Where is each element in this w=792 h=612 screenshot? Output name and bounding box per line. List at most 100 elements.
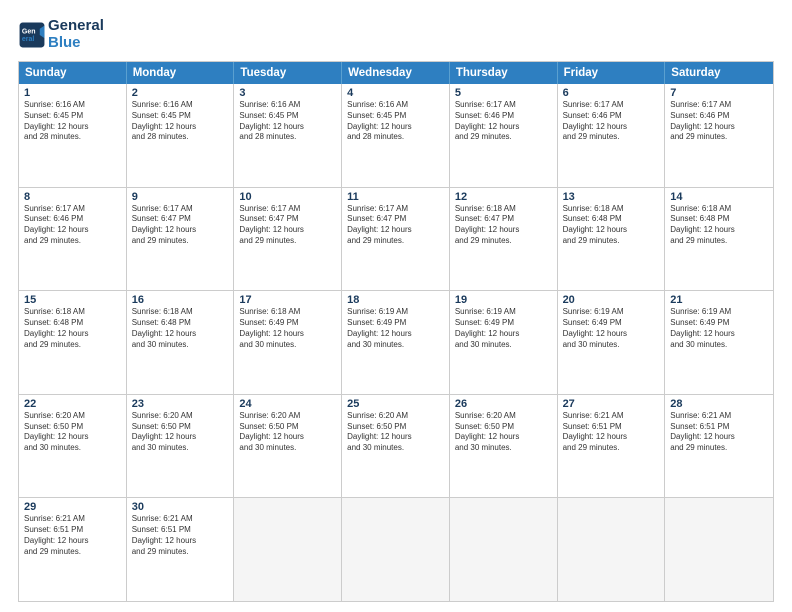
day-number: 3: [239, 87, 336, 99]
calendar-cell-27: 27Sunrise: 6:21 AMSunset: 6:51 PMDayligh…: [558, 395, 666, 498]
day-number: 13: [563, 191, 660, 203]
header-day-monday: Monday: [127, 62, 235, 84]
calendar-row-2: 8Sunrise: 6:17 AMSunset: 6:46 PMDaylight…: [19, 188, 773, 292]
cell-info: Sunrise: 6:18 AMSunset: 6:49 PMDaylight:…: [239, 307, 336, 350]
day-number: 11: [347, 191, 444, 203]
cell-info: Sunrise: 6:20 AMSunset: 6:50 PMDaylight:…: [24, 411, 121, 454]
cell-info: Sunrise: 6:21 AMSunset: 6:51 PMDaylight:…: [24, 514, 121, 557]
header-day-saturday: Saturday: [665, 62, 773, 84]
cell-info: Sunrise: 6:17 AMSunset: 6:46 PMDaylight:…: [670, 100, 768, 143]
calendar-cell-4: 4Sunrise: 6:16 AMSunset: 6:45 PMDaylight…: [342, 84, 450, 187]
calendar-cell-empty: [450, 498, 558, 601]
calendar-row-5: 29Sunrise: 6:21 AMSunset: 6:51 PMDayligh…: [19, 498, 773, 601]
cell-info: Sunrise: 6:20 AMSunset: 6:50 PMDaylight:…: [347, 411, 444, 454]
calendar-cell-6: 6Sunrise: 6:17 AMSunset: 6:46 PMDaylight…: [558, 84, 666, 187]
day-number: 30: [132, 501, 229, 513]
calendar-cell-20: 20Sunrise: 6:19 AMSunset: 6:49 PMDayligh…: [558, 291, 666, 394]
calendar-cell-24: 24Sunrise: 6:20 AMSunset: 6:50 PMDayligh…: [234, 395, 342, 498]
cell-info: Sunrise: 6:16 AMSunset: 6:45 PMDaylight:…: [239, 100, 336, 143]
calendar-cell-empty: [665, 498, 773, 601]
calendar-body: 1Sunrise: 6:16 AMSunset: 6:45 PMDaylight…: [19, 84, 773, 601]
calendar-cell-28: 28Sunrise: 6:21 AMSunset: 6:51 PMDayligh…: [665, 395, 773, 498]
day-number: 20: [563, 294, 660, 306]
cell-info: Sunrise: 6:18 AMSunset: 6:47 PMDaylight:…: [455, 204, 552, 247]
calendar-cell-15: 15Sunrise: 6:18 AMSunset: 6:48 PMDayligh…: [19, 291, 127, 394]
calendar-cell-16: 16Sunrise: 6:18 AMSunset: 6:48 PMDayligh…: [127, 291, 235, 394]
cell-info: Sunrise: 6:20 AMSunset: 6:50 PMDaylight:…: [132, 411, 229, 454]
day-number: 21: [670, 294, 768, 306]
calendar-cell-17: 17Sunrise: 6:18 AMSunset: 6:49 PMDayligh…: [234, 291, 342, 394]
cell-info: Sunrise: 6:18 AMSunset: 6:48 PMDaylight:…: [24, 307, 121, 350]
calendar-cell-5: 5Sunrise: 6:17 AMSunset: 6:46 PMDaylight…: [450, 84, 558, 187]
cell-info: Sunrise: 6:21 AMSunset: 6:51 PMDaylight:…: [132, 514, 229, 557]
calendar-cell-3: 3Sunrise: 6:16 AMSunset: 6:45 PMDaylight…: [234, 84, 342, 187]
day-number: 2: [132, 87, 229, 99]
calendar-cell-14: 14Sunrise: 6:18 AMSunset: 6:48 PMDayligh…: [665, 188, 773, 291]
day-number: 24: [239, 398, 336, 410]
day-number: 15: [24, 294, 121, 306]
calendar-cell-12: 12Sunrise: 6:18 AMSunset: 6:47 PMDayligh…: [450, 188, 558, 291]
cell-info: Sunrise: 6:17 AMSunset: 6:46 PMDaylight:…: [455, 100, 552, 143]
svg-text:eral: eral: [22, 36, 35, 43]
cell-info: Sunrise: 6:19 AMSunset: 6:49 PMDaylight:…: [563, 307, 660, 350]
header-day-thursday: Thursday: [450, 62, 558, 84]
day-number: 6: [563, 87, 660, 99]
calendar-cell-8: 8Sunrise: 6:17 AMSunset: 6:46 PMDaylight…: [19, 188, 127, 291]
logo-line2: Blue: [48, 35, 104, 52]
day-number: 1: [24, 87, 121, 99]
calendar-cell-25: 25Sunrise: 6:20 AMSunset: 6:50 PMDayligh…: [342, 395, 450, 498]
calendar-cell-2: 2Sunrise: 6:16 AMSunset: 6:45 PMDaylight…: [127, 84, 235, 187]
calendar-cell-10: 10Sunrise: 6:17 AMSunset: 6:47 PMDayligh…: [234, 188, 342, 291]
header-day-friday: Friday: [558, 62, 666, 84]
calendar-cell-7: 7Sunrise: 6:17 AMSunset: 6:46 PMDaylight…: [665, 84, 773, 187]
day-number: 9: [132, 191, 229, 203]
cell-info: Sunrise: 6:17 AMSunset: 6:46 PMDaylight:…: [563, 100, 660, 143]
calendar-cell-22: 22Sunrise: 6:20 AMSunset: 6:50 PMDayligh…: [19, 395, 127, 498]
calendar-cell-18: 18Sunrise: 6:19 AMSunset: 6:49 PMDayligh…: [342, 291, 450, 394]
cell-info: Sunrise: 6:21 AMSunset: 6:51 PMDaylight:…: [670, 411, 768, 454]
calendar-cell-29: 29Sunrise: 6:21 AMSunset: 6:51 PMDayligh…: [19, 498, 127, 601]
day-number: 27: [563, 398, 660, 410]
cell-info: Sunrise: 6:17 AMSunset: 6:47 PMDaylight:…: [239, 204, 336, 247]
day-number: 23: [132, 398, 229, 410]
cell-info: Sunrise: 6:19 AMSunset: 6:49 PMDaylight:…: [347, 307, 444, 350]
day-number: 18: [347, 294, 444, 306]
calendar-row-4: 22Sunrise: 6:20 AMSunset: 6:50 PMDayligh…: [19, 395, 773, 499]
calendar-cell-11: 11Sunrise: 6:17 AMSunset: 6:47 PMDayligh…: [342, 188, 450, 291]
calendar-cell-19: 19Sunrise: 6:19 AMSunset: 6:49 PMDayligh…: [450, 291, 558, 394]
cell-info: Sunrise: 6:16 AMSunset: 6:45 PMDaylight:…: [132, 100, 229, 143]
day-number: 8: [24, 191, 121, 203]
day-number: 28: [670, 398, 768, 410]
logo-icon: Gen eral: [18, 21, 46, 49]
day-number: 22: [24, 398, 121, 410]
calendar-row-1: 1Sunrise: 6:16 AMSunset: 6:45 PMDaylight…: [19, 84, 773, 188]
day-number: 17: [239, 294, 336, 306]
cell-info: Sunrise: 6:16 AMSunset: 6:45 PMDaylight:…: [347, 100, 444, 143]
day-number: 29: [24, 501, 121, 513]
day-number: 12: [455, 191, 552, 203]
day-number: 25: [347, 398, 444, 410]
cell-info: Sunrise: 6:17 AMSunset: 6:46 PMDaylight:…: [24, 204, 121, 247]
header-day-wednesday: Wednesday: [342, 62, 450, 84]
cell-info: Sunrise: 6:16 AMSunset: 6:45 PMDaylight:…: [24, 100, 121, 143]
logo-line1: General: [48, 18, 104, 35]
day-number: 26: [455, 398, 552, 410]
calendar-cell-26: 26Sunrise: 6:20 AMSunset: 6:50 PMDayligh…: [450, 395, 558, 498]
calendar-cell-23: 23Sunrise: 6:20 AMSunset: 6:50 PMDayligh…: [127, 395, 235, 498]
calendar-cell-empty: [558, 498, 666, 601]
calendar-cell-21: 21Sunrise: 6:19 AMSunset: 6:49 PMDayligh…: [665, 291, 773, 394]
cell-info: Sunrise: 6:19 AMSunset: 6:49 PMDaylight:…: [455, 307, 552, 350]
calendar-cell-30: 30Sunrise: 6:21 AMSunset: 6:51 PMDayligh…: [127, 498, 235, 601]
header-day-tuesday: Tuesday: [234, 62, 342, 84]
calendar-cell-empty: [234, 498, 342, 601]
day-number: 4: [347, 87, 444, 99]
cell-info: Sunrise: 6:18 AMSunset: 6:48 PMDaylight:…: [132, 307, 229, 350]
cell-info: Sunrise: 6:20 AMSunset: 6:50 PMDaylight:…: [455, 411, 552, 454]
day-number: 7: [670, 87, 768, 99]
cell-info: Sunrise: 6:20 AMSunset: 6:50 PMDaylight:…: [239, 411, 336, 454]
svg-text:Gen: Gen: [22, 28, 36, 35]
cell-info: Sunrise: 6:21 AMSunset: 6:51 PMDaylight:…: [563, 411, 660, 454]
calendar-cell-9: 9Sunrise: 6:17 AMSunset: 6:47 PMDaylight…: [127, 188, 235, 291]
calendar-cell-empty: [342, 498, 450, 601]
day-number: 16: [132, 294, 229, 306]
